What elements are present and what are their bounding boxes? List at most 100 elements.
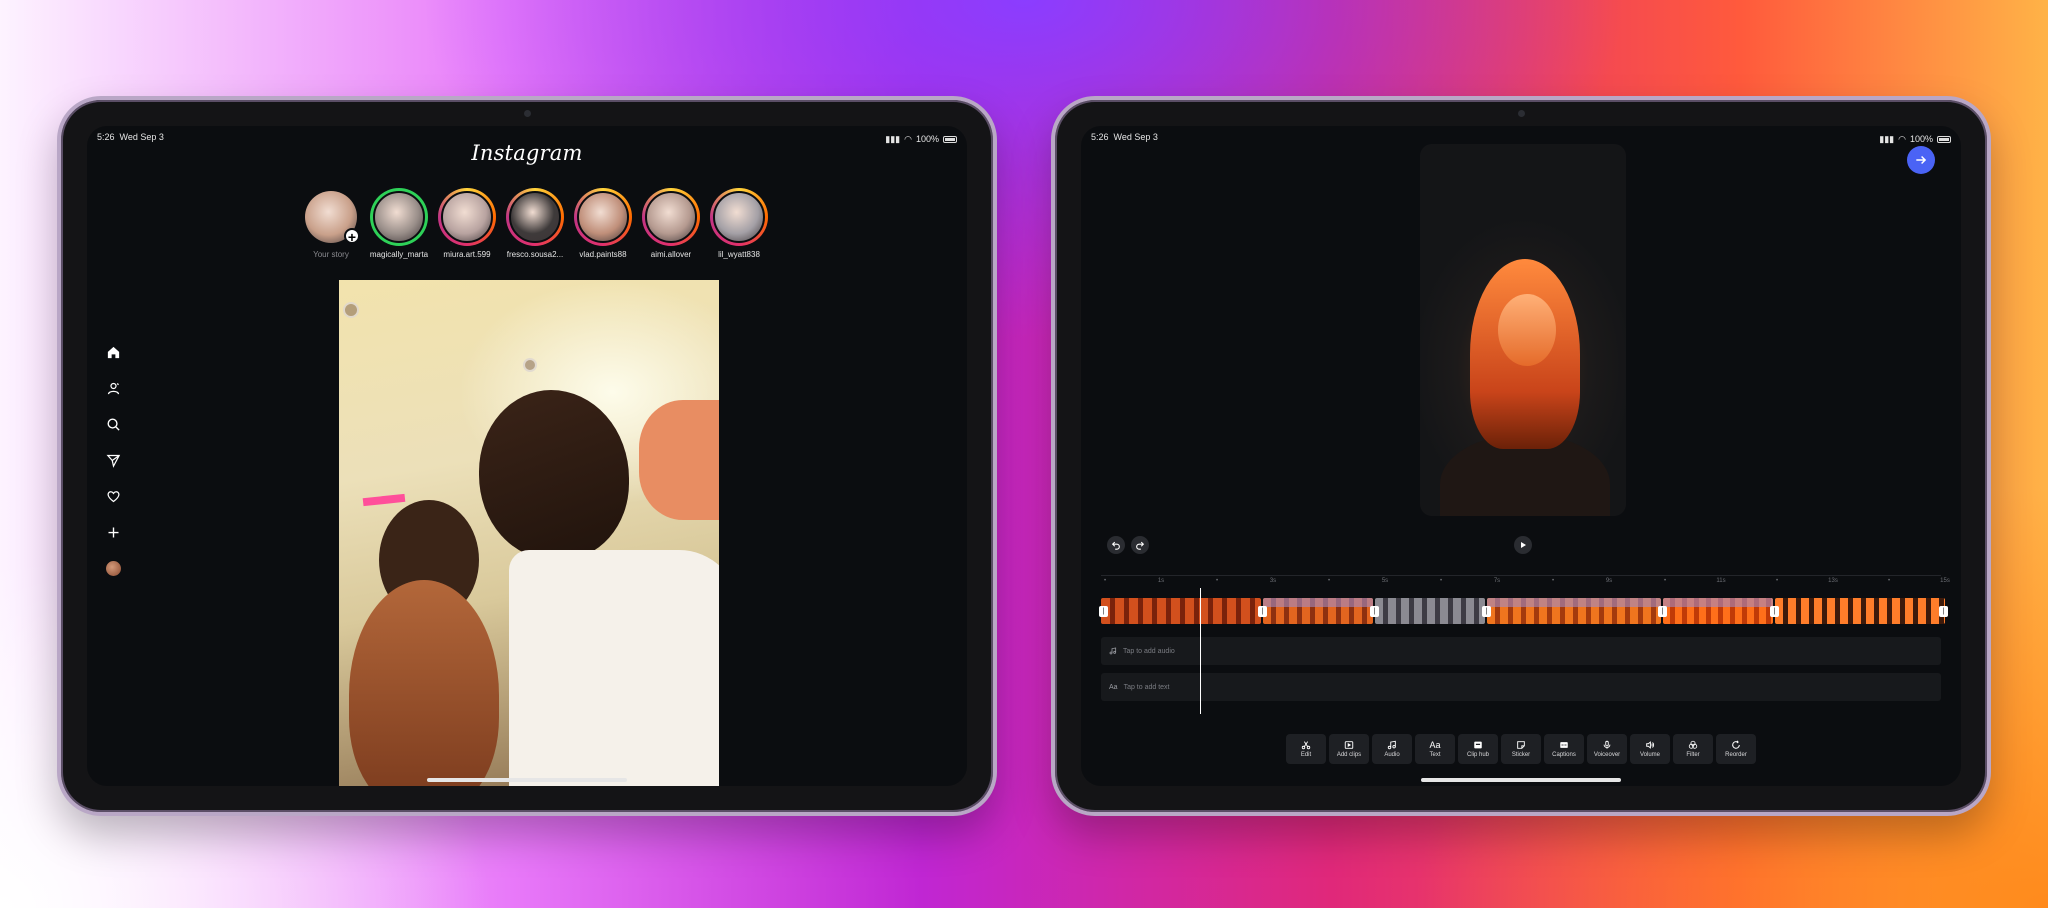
editor-screen: 5:26 Wed Sep 3 ▮▮▮ ◠ 100% • 1s • 3s • 5s… — [1081, 126, 1961, 786]
timeline-ruler[interactable]: • 1s • 3s • 5s • 7s • 9s • 11s • 13s • 15s — [1101, 575, 1950, 585]
ruler-tick: 11s — [1716, 578, 1726, 584]
ruler-tick: 1s — [1157, 578, 1165, 584]
tool-clip-hub-button[interactable]: Clip hub — [1458, 734, 1498, 764]
people-icon[interactable] — [105, 380, 121, 396]
music-note-icon — [1109, 647, 1117, 655]
add-story-plus-icon[interactable]: + — [344, 228, 360, 245]
profile-avatar[interactable] — [105, 560, 121, 576]
home-indicator[interactable] — [427, 778, 627, 782]
video-clip-4[interactable] — [1487, 598, 1661, 624]
video-clip-1[interactable] — [1101, 598, 1261, 624]
scissors-icon — [1301, 740, 1311, 750]
tool-reorder-button[interactable]: Reorder — [1716, 734, 1756, 764]
battery-icon — [1937, 135, 1951, 143]
story-avatar — [509, 191, 561, 243]
clip-overlay — [1487, 598, 1661, 607]
feed-post-image[interactable] — [339, 280, 719, 786]
story-your-story[interactable]: + Your story — [301, 188, 361, 259]
redo-button[interactable] — [1131, 536, 1149, 554]
photo-figure-head — [479, 390, 629, 560]
story-label: magically_marta — [369, 250, 429, 259]
story-label: vlad.paints88 — [579, 250, 627, 259]
instagram-screen: 5:26 Wed Sep 3 ▮▮▮ ◠ 100% Instagram + You… — [87, 126, 967, 786]
instagram-logo[interactable]: Instagram — [87, 141, 967, 165]
front-camera — [1518, 110, 1525, 117]
video-clip-5[interactable] — [1663, 598, 1773, 624]
video-clip-2[interactable] — [1263, 598, 1373, 624]
ruler-tick: 7s — [1493, 578, 1501, 584]
speaker-icon — [1645, 740, 1655, 750]
audio-track[interactable]: Tap to add audio — [1101, 637, 1941, 665]
ruler-tick: • — [1327, 578, 1331, 584]
story-item[interactable]: miura.art.599 — [437, 188, 497, 259]
signal-icon: ▮▮▮ — [1879, 133, 1895, 144]
story-ring — [710, 188, 768, 246]
story-label: fresco.sousa2... — [506, 250, 564, 259]
story-item[interactable]: vlad.paints88 — [573, 188, 633, 259]
story-label: miura.art.599 — [443, 250, 491, 259]
playhead[interactable] — [1200, 588, 1201, 714]
post-avatar-chip[interactable] — [343, 302, 359, 318]
story-item[interactable]: lil_wyatt838 — [709, 188, 769, 259]
clip-trim-handle[interactable]: | — [1482, 606, 1491, 617]
undo-button[interactable] — [1107, 536, 1125, 554]
story-item[interactable]: magically_marta — [369, 188, 429, 259]
sidebar-nav — [101, 344, 125, 576]
tool-voiceover-button[interactable]: Voiceover — [1587, 734, 1627, 764]
story-item[interactable]: fresco.sousa2... — [505, 188, 565, 259]
tool-audio-button[interactable]: Audio — [1372, 734, 1412, 764]
story-ring — [370, 188, 428, 246]
status-date: Wed Sep 3 — [1113, 132, 1158, 142]
text-track[interactable]: Aa Tap to add text — [1101, 673, 1941, 701]
clip-trim-handle[interactable]: | — [1658, 606, 1667, 617]
story-item[interactable]: aimi.allover — [641, 188, 701, 259]
audio-track-label: Tap to add audio — [1123, 647, 1175, 655]
tool-label: Add clips — [1336, 752, 1362, 758]
ruler-tick: 9s — [1605, 578, 1613, 584]
battery-percent: 100% — [1909, 134, 1933, 144]
tablet-editor: 5:26 Wed Sep 3 ▮▮▮ ◠ 100% • 1s • 3s • 5s… — [1051, 96, 1991, 816]
tool-text-button[interactable]: Aa Text — [1415, 734, 1455, 764]
sticker-icon — [1516, 740, 1526, 750]
clip-trim-handle[interactable]: | — [1258, 606, 1267, 617]
tool-edit-button[interactable]: Edit — [1286, 734, 1326, 764]
status-time: 5:26 — [1091, 132, 1109, 142]
story-ring: + — [302, 188, 360, 246]
clip-trim-handle[interactable]: | — [1099, 606, 1108, 617]
tool-label: Voiceover — [1593, 752, 1621, 758]
ruler-tick: • — [1551, 578, 1555, 584]
tool-captions-button[interactable]: Captions — [1544, 734, 1584, 764]
plus-icon[interactable] — [105, 524, 121, 540]
arrow-right-icon — [1916, 155, 1927, 165]
tool-add-clips-button[interactable]: Add clips — [1329, 734, 1369, 764]
clip-trim-handle[interactable]: | — [1939, 606, 1948, 617]
tool-filter-button[interactable]: Filter — [1673, 734, 1713, 764]
story-label: aimi.allover — [650, 250, 692, 259]
text-icon: Aa — [1429, 740, 1441, 750]
tag-indicator[interactable] — [523, 358, 537, 372]
send-icon[interactable] — [105, 452, 121, 468]
tool-volume-button[interactable]: Volume — [1630, 734, 1670, 764]
clip-trim-handle[interactable]: | — [1370, 606, 1379, 617]
heart-icon[interactable] — [105, 488, 121, 504]
tool-sticker-button[interactable]: Sticker — [1501, 734, 1541, 764]
video-track[interactable]: | | | | | | | — [1099, 598, 1948, 624]
video-clip-6[interactable] — [1775, 598, 1945, 624]
home-icon[interactable] — [105, 344, 121, 360]
play-button[interactable] — [1514, 536, 1532, 554]
front-camera — [524, 110, 531, 117]
next-button[interactable] — [1907, 146, 1935, 174]
search-icon[interactable] — [105, 416, 121, 432]
ruler-tick: 13s — [1828, 578, 1838, 584]
undo-redo-group — [1107, 536, 1149, 554]
story-avatar — [441, 191, 493, 243]
text-icon: Aa — [1109, 683, 1118, 691]
video-preview[interactable] — [1420, 144, 1626, 516]
clip-trim-handle[interactable]: | — [1770, 606, 1779, 617]
preview-face — [1498, 294, 1556, 366]
story-ring — [642, 188, 700, 246]
photo-cello — [349, 580, 499, 786]
home-indicator[interactable] — [1421, 778, 1621, 782]
ruler-tick: • — [1439, 578, 1443, 584]
video-clip-3[interactable] — [1375, 598, 1485, 624]
